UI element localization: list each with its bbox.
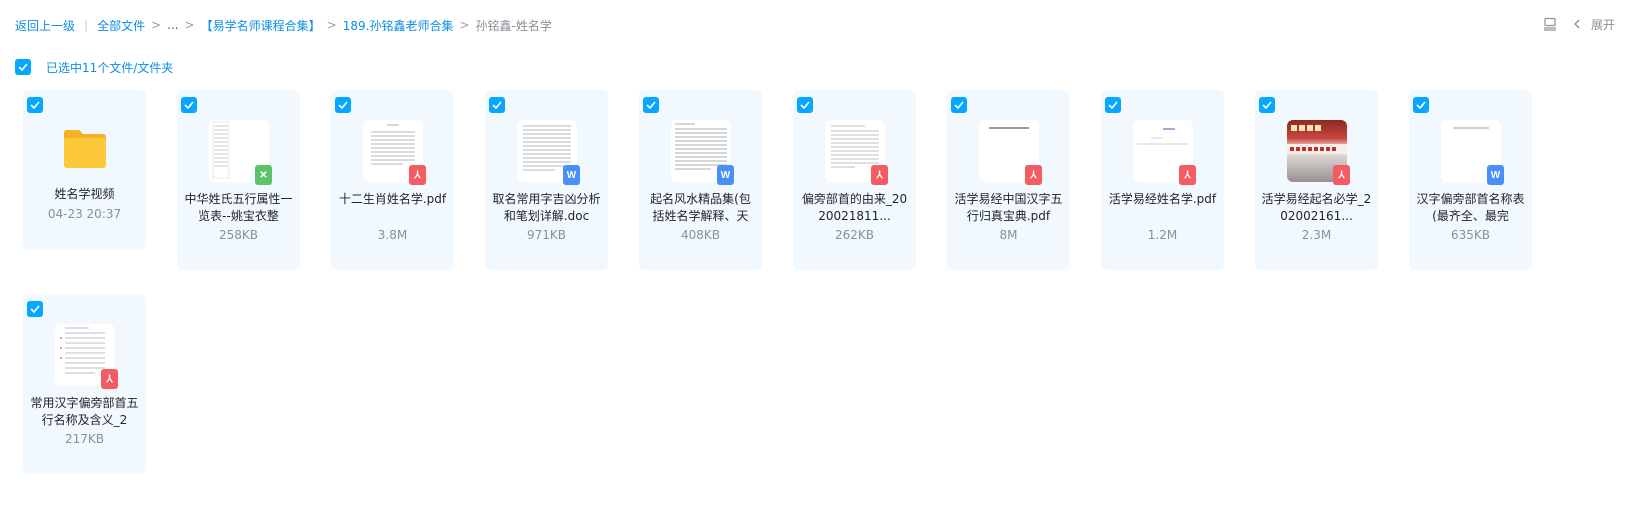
expand-button[interactable]: 展开	[1591, 16, 1615, 33]
pdf-badge-icon: ⅄	[409, 165, 426, 185]
breadcrumb-separator: >	[151, 18, 162, 32]
breadcrumb-divider: |	[84, 18, 89, 32]
folder-icon	[64, 130, 106, 168]
selection-count-label: 已选中11个文件/文件夹	[46, 60, 174, 75]
pdf-badge-icon: ⅄	[1179, 165, 1196, 185]
file-thumbnail: W	[671, 120, 734, 185]
file-card[interactable]: W 汉字偏旁部首名称表(最齐全、最完 635KB	[1409, 90, 1532, 270]
item-checkbox[interactable]	[1259, 97, 1275, 113]
check-icon	[646, 101, 656, 109]
file-size: 408KB	[680, 228, 720, 242]
file-thumbnail: ✕	[209, 120, 272, 185]
item-checkbox[interactable]	[27, 97, 43, 113]
file-name: 活学易经中国汉字五行归真宝典.pdf	[954, 192, 1063, 223]
crumb-level2[interactable]: 189.孙铭鑫老师合集	[343, 17, 454, 34]
item-checkbox[interactable]	[1413, 97, 1429, 113]
file-size: 8M	[999, 228, 1018, 242]
file-card[interactable]: ⅄ 十二生肖姓名学.pdf 3.8M	[331, 90, 454, 270]
item-checkbox[interactable]	[643, 97, 659, 113]
file-card[interactable]: ✕ 中华姓氏五行属性一览表--姚宝衣整 258KB	[177, 90, 300, 270]
pdf-badge-icon: ⅄	[101, 369, 118, 389]
file-size: 971KB	[526, 228, 566, 242]
file-name: 活学易经起名必学_202002161...	[1261, 192, 1372, 223]
check-icon	[1416, 101, 1426, 109]
file-name: 十二生肖姓名学.pdf	[338, 192, 447, 206]
check-icon	[30, 101, 40, 109]
file-thumbnail: ⅄	[55, 324, 118, 389]
breadcrumb-separator: >	[326, 18, 337, 32]
crumb-current: 孙铭鑫-姓名学	[475, 18, 552, 33]
file-size: 217KB	[64, 432, 104, 446]
check-icon	[1108, 101, 1118, 109]
file-name: 偏旁部首的由来_2020021811...	[801, 192, 908, 223]
file-name: 起名风水精品集(包括姓名学解释、天	[650, 192, 751, 223]
file-size: 262KB	[834, 228, 874, 242]
file-card[interactable]: ⅄ 常用汉字偏旁部首五行名称及含义_2 217KB	[23, 294, 146, 474]
word-badge-icon: W	[717, 165, 734, 185]
file-thumbnail: W	[1441, 120, 1504, 185]
file-name: 姓名学视频	[54, 187, 115, 201]
file-grid: 姓名学视频 04-23 20:37 ✕ 中华姓氏五行属性一览表--姚宝衣整 25…	[23, 90, 1563, 474]
file-date: 04-23 20:37	[47, 207, 122, 221]
breadcrumb-separator: >	[184, 18, 195, 32]
crumb-all-files[interactable]: 全部文件	[97, 17, 145, 34]
file-card[interactable]: W 取名常用字吉凶分析和笔划详解.doc 971KB	[485, 90, 608, 270]
file-card[interactable]: W 起名风水精品集(包括姓名学解释、天 408KB	[639, 90, 762, 270]
select-all: 已选中11个文件/文件夹	[15, 58, 173, 76]
pdf-badge-icon: ⅄	[1333, 165, 1350, 185]
crumb-level1[interactable]: 【易学名师课程合集】	[201, 17, 321, 34]
pdf-badge-icon: ⅄	[871, 165, 888, 185]
file-size: 1.2M	[1147, 228, 1178, 242]
file-name: 取名常用字吉凶分析和笔划详解.doc	[492, 192, 601, 223]
file-size: 635KB	[1450, 228, 1490, 242]
word-badge-icon: W	[563, 165, 580, 185]
file-name: 常用汉字偏旁部首五行名称及含义_2	[30, 396, 139, 427]
item-checkbox[interactable]	[489, 97, 505, 113]
item-checkbox[interactable]	[951, 97, 967, 113]
layout-icon[interactable]	[1543, 17, 1557, 31]
file-name: 活学易经姓名学.pdf	[1108, 192, 1217, 206]
check-icon	[800, 101, 810, 109]
file-thumbnail: W	[517, 120, 580, 185]
item-checkbox[interactable]	[335, 97, 351, 113]
file-card-folder[interactable]: 姓名学视频 04-23 20:37	[23, 90, 146, 250]
check-icon	[492, 101, 502, 109]
check-icon	[1262, 101, 1272, 109]
check-icon	[30, 305, 40, 313]
select-all-checkbox[interactable]	[15, 59, 31, 75]
item-checkbox[interactable]	[1105, 97, 1121, 113]
file-name: 中华姓氏五行属性一览表--姚宝衣整	[184, 192, 293, 223]
crumb-ellipsis[interactable]: ...	[167, 18, 178, 32]
back-link[interactable]: 返回上一级	[15, 17, 75, 34]
breadcrumb-separator: >	[459, 18, 470, 32]
chevron-left-icon[interactable]	[1571, 18, 1583, 30]
file-card[interactable]: ⅄ 活学易经起名必学_202002161... 2.3M	[1255, 90, 1378, 270]
item-checkbox[interactable]	[27, 301, 43, 317]
check-icon	[18, 63, 28, 71]
file-card[interactable]: ⅄ 活学易经中国汉字五行归真宝典.pdf 8M	[947, 90, 1070, 270]
file-card[interactable]: ⅄ 活学易经姓名学.pdf 1.2M	[1101, 90, 1224, 270]
file-thumbnail: ⅄	[825, 120, 888, 185]
file-size: 2.3M	[1301, 228, 1332, 242]
file-thumbnail: ⅄	[1287, 120, 1350, 185]
item-checkbox[interactable]	[797, 97, 813, 113]
file-thumbnail: ⅄	[363, 120, 426, 185]
excel-badge-icon: ✕	[255, 165, 272, 185]
check-icon	[338, 101, 348, 109]
file-thumbnail: ⅄	[1133, 120, 1196, 185]
file-name: 汉字偏旁部首名称表(最齐全、最完	[1416, 192, 1525, 223]
breadcrumb: 返回上一级 | 全部文件 > ... > 【易学名师课程合集】 > 189.孙铭…	[15, 16, 552, 34]
file-card[interactable]: ⅄ 偏旁部首的由来_2020021811... 262KB	[793, 90, 916, 270]
check-icon	[954, 101, 964, 109]
pdf-badge-icon: ⅄	[1025, 165, 1042, 185]
file-size: 3.8M	[377, 228, 408, 242]
view-controls: 展开	[1543, 14, 1615, 34]
file-size: 258KB	[218, 228, 258, 242]
word-badge-icon: W	[1487, 165, 1504, 185]
check-icon	[184, 101, 194, 109]
file-thumbnail: ⅄	[979, 120, 1042, 185]
item-checkbox[interactable]	[181, 97, 197, 113]
